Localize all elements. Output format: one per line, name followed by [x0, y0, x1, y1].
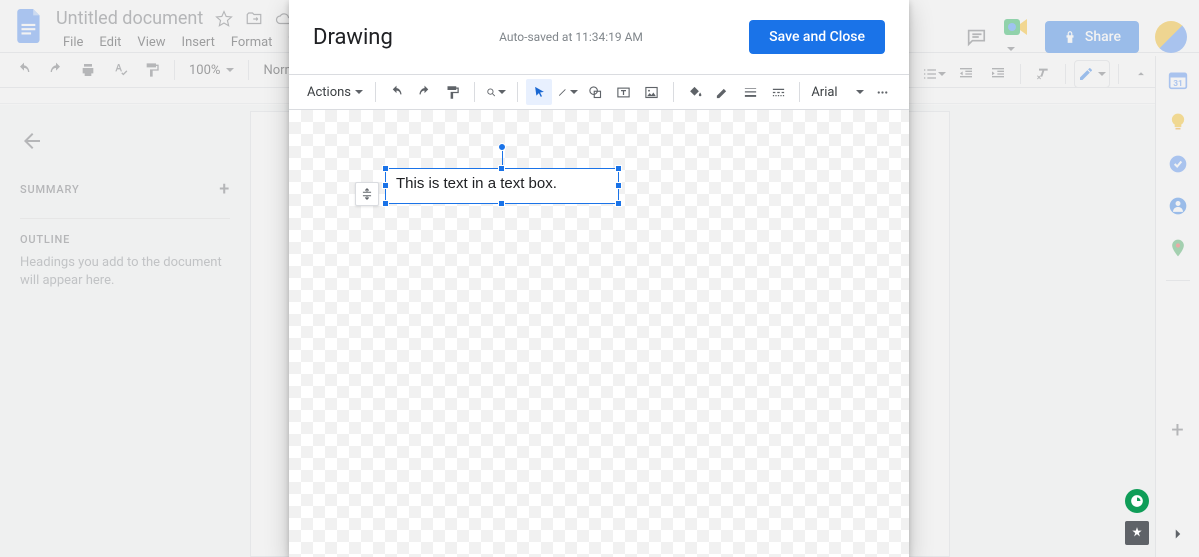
actions-menu[interactable]: Actions: [303, 85, 367, 100]
textbox-content[interactable]: This is text in a text box.: [386, 169, 618, 198]
resize-handle-nw[interactable]: [382, 165, 389, 172]
zoom-icon[interactable]: [483, 79, 510, 105]
floating-badges: [1125, 489, 1149, 545]
explore-icon[interactable]: [1125, 521, 1149, 545]
resize-handle-ne[interactable]: [615, 165, 622, 172]
dialog-header: Drawing Auto-saved at 11:34:19 AM Save a…: [289, 0, 909, 74]
font-value: Arial: [811, 85, 854, 100]
image-tool-icon[interactable]: [639, 79, 665, 105]
resize-handle-w[interactable]: [382, 182, 389, 189]
resize-handle-e[interactable]: [615, 182, 622, 189]
resize-handle-n[interactable]: [498, 165, 505, 172]
undo-icon[interactable]: [384, 79, 410, 105]
border-weight-icon[interactable]: [737, 79, 763, 105]
dialog-title: Drawing: [313, 25, 393, 50]
select-tool-icon[interactable]: [526, 79, 552, 105]
explore-badge-icon[interactable]: [1125, 489, 1149, 513]
save-label: Save and Close: [769, 29, 865, 45]
fill-color-icon[interactable]: [681, 79, 707, 105]
drawing-dialog: Drawing Auto-saved at 11:34:19 AM Save a…: [289, 0, 909, 557]
textbox-tool-icon[interactable]: [611, 79, 637, 105]
resize-handle-se[interactable]: [615, 200, 622, 207]
font-family-select[interactable]: Arial: [808, 79, 867, 105]
actions-label: Actions: [307, 85, 351, 100]
drawing-canvas[interactable]: This is text in a text box.: [289, 110, 909, 557]
paint-format-icon[interactable]: [440, 79, 466, 105]
resize-handle-sw[interactable]: [382, 200, 389, 207]
resize-handle-s[interactable]: [498, 200, 505, 207]
redo-icon[interactable]: [412, 79, 438, 105]
rotation-connector: [502, 149, 503, 165]
line-tool-icon[interactable]: [554, 79, 581, 105]
text-fitting-icon[interactable]: [355, 182, 379, 206]
more-options-icon[interactable]: [869, 79, 895, 105]
autosave-status: Auto-saved at 11:34:19 AM: [499, 30, 643, 44]
border-color-icon[interactable]: [709, 79, 735, 105]
drawing-toolbar: Actions Arial: [289, 74, 909, 110]
rotation-handle[interactable]: [498, 143, 506, 151]
shape-tool-icon[interactable]: [583, 79, 609, 105]
border-dash-icon[interactable]: [765, 79, 791, 105]
selected-text-box[interactable]: This is text in a text box.: [385, 168, 619, 204]
show-side-panel-icon[interactable]: [1169, 525, 1187, 543]
save-and-close-button[interactable]: Save and Close: [749, 20, 885, 54]
